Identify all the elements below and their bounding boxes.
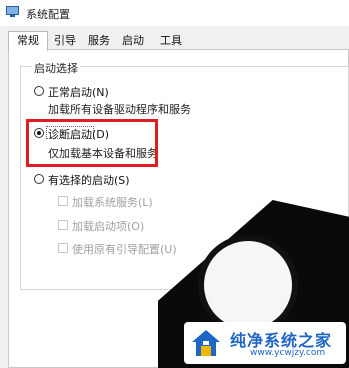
- group-legend: 启动选择: [32, 60, 80, 76]
- use-original-boot-config-label[interactable]: 使用原有引导配置(U): [72, 241, 177, 257]
- disc-graphic: [198, 235, 298, 335]
- normal-startup-description: 加载所有设备驱动程序和服务: [48, 103, 191, 116]
- tab-general[interactable]: 常规: [8, 31, 48, 51]
- normal-startup-label[interactable]: 正常启动(N): [48, 84, 109, 100]
- load-system-services-checkbox[interactable]: [58, 196, 68, 206]
- highlight-box: [26, 119, 158, 167]
- load-startup-items-label[interactable]: 加载启动项(O): [72, 218, 144, 234]
- title-bar: 系统配置: [0, 0, 349, 26]
- tab-boot[interactable]: 引导: [50, 32, 80, 49]
- house-logo-icon: [192, 330, 220, 356]
- selective-startup-label[interactable]: 有选择的启动(S): [48, 172, 130, 188]
- load-startup-items-checkbox[interactable]: [58, 220, 68, 230]
- tab-startup[interactable]: 启动: [118, 32, 148, 49]
- load-system-services-label[interactable]: 加载系统服务(L): [72, 194, 153, 210]
- use-original-boot-config-checkbox[interactable]: [58, 243, 68, 253]
- watermark-url: www.ycwjzy.com: [250, 348, 326, 358]
- tab-bar: 常规 引导 服务 启动 工具: [0, 31, 349, 51]
- selective-startup-radio[interactable]: [34, 174, 44, 184]
- normal-startup-radio[interactable]: [34, 86, 44, 96]
- tab-tools[interactable]: 工具: [156, 32, 186, 49]
- tab-services[interactable]: 服务: [84, 32, 114, 49]
- system-config-icon: [6, 6, 19, 17]
- window-title: 系统配置: [26, 8, 70, 21]
